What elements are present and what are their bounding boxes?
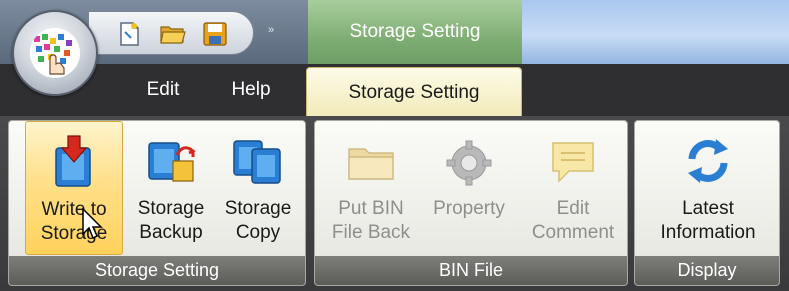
write-to-storage-icon [46,134,102,190]
gear-icon [441,133,497,189]
storage-backup-icon [143,133,199,189]
comment-icon [545,133,601,189]
storage-backup-button[interactable]: Storage Backup [123,121,219,255]
latest-information-button[interactable]: Latest Information [639,121,777,255]
tab-help[interactable]: Help [208,64,294,116]
put-bin-label-2: File Back [331,222,411,243]
write-to-storage-button[interactable]: Write to Storage [25,121,123,255]
property-button[interactable]: Property [421,121,517,255]
storage-copy-icon [230,133,286,189]
storage-backup-label-2: Backup [139,222,203,243]
latest-information-label-1: Latest [682,198,734,219]
save-icon[interactable] [201,20,229,48]
edit-comment-label-1: Edit [556,198,590,219]
open-folder-icon[interactable] [159,20,187,48]
app-logo-icon [30,28,80,78]
latest-information-label-2: Information [660,222,756,243]
storage-copy-label-1: Storage [224,198,292,219]
storage-copy-button[interactable]: Storage Copy [215,121,301,255]
mouse-cursor-icon [82,207,104,245]
application-menu-button[interactable] [12,10,98,96]
edit-comment-label-2: Comment [531,222,615,243]
edit-comment-button[interactable]: Edit Comment [521,121,625,255]
contextual-tab-header: Storage Setting [308,0,522,64]
storage-backup-label-1: Storage [137,198,205,219]
storage-copy-label-2: Copy [235,222,281,243]
group-label-bin-file: BIN File [315,256,627,285]
title-bar-right [522,0,789,64]
group-storage-setting: Write to Storage Storage Backup Storage … [8,120,306,286]
quick-access-toolbar [88,11,254,55]
group-label-storage-setting: Storage Setting [9,256,305,285]
property-label: Property [433,198,505,219]
refresh-icon [680,133,736,189]
put-bin-label-1: Put BIN [338,198,404,219]
group-label-display: Display [635,256,779,285]
tab-edit[interactable]: Edit [118,64,208,116]
new-document-icon[interactable] [115,20,143,48]
group-display: Latest Information Display [634,120,780,286]
customize-qat-icon[interactable]: » [268,24,274,36]
tab-storage-setting[interactable]: Storage Setting [306,67,522,118]
group-bin-file: Put BIN File Back Property Edit Comment … [314,120,628,286]
put-bin-file-back-button[interactable]: Put BIN File Back [319,121,423,255]
folder-icon [343,133,399,189]
